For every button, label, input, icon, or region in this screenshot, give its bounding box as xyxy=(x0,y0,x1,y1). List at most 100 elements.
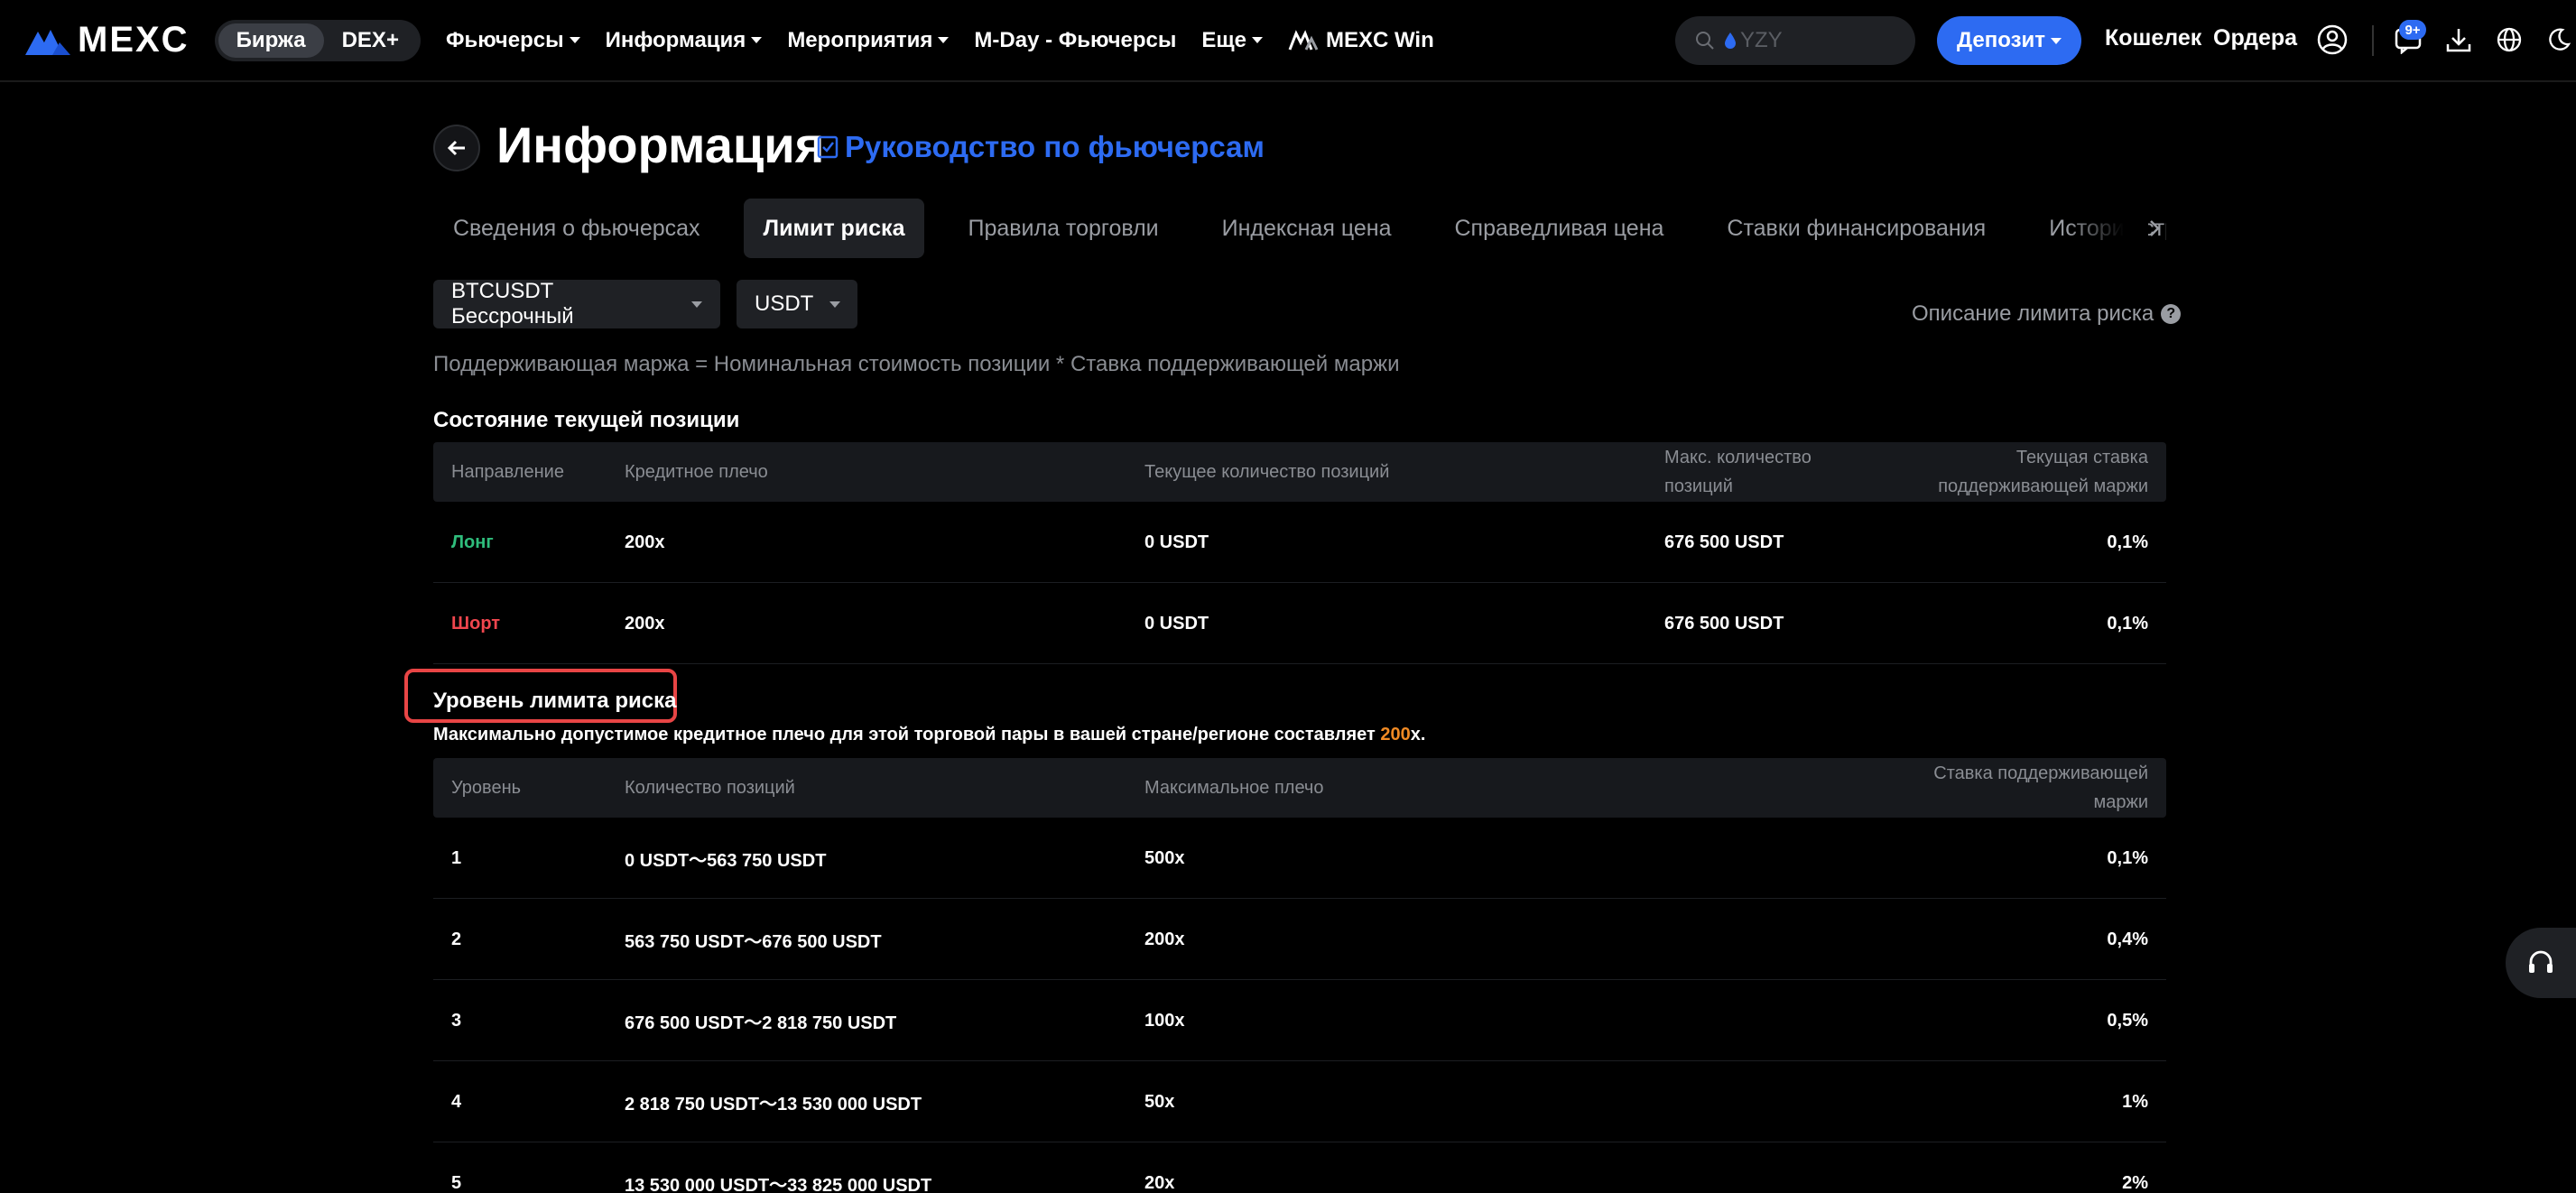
download-icon[interactable] xyxy=(2442,23,2475,56)
th-mm-rate: Ставка поддерживающей маржи xyxy=(1933,759,2148,817)
risk-limit-description-label: Описание лимита риска xyxy=(1912,301,2154,326)
search-input[interactable] xyxy=(1740,28,1912,53)
th-mm-rate-line1: Текущая ставка xyxy=(2015,448,2148,467)
cell-position-range: 13 530 000 USDT～33 825 000 USDT xyxy=(625,1175,932,1193)
table-header: Уровень Количество позиций Максимальное … xyxy=(433,758,2166,818)
th-mm-rate-line2: поддерживающей маржи xyxy=(1938,476,2148,496)
cell-position-range: 0 USDT～563 750 USDT xyxy=(625,850,827,871)
support-chat-button[interactable] xyxy=(2506,928,2576,998)
arrow-left-icon xyxy=(447,140,465,156)
th-level: Уровень xyxy=(451,778,522,798)
th-max-leverage: Максимальное плечо xyxy=(1144,778,1324,798)
token-drop-icon xyxy=(1725,32,1736,49)
current-position-table: Направление Кредитное плечо Текущее коли… xyxy=(433,442,2166,664)
cell-max-leverage: 20x xyxy=(1144,1172,1175,1193)
chevron-down-icon xyxy=(751,37,763,43)
cell-level: 2 xyxy=(451,929,462,949)
cell-mm-rate: 0,1% xyxy=(2107,613,2148,633)
cell-mm-rate: 0,4% xyxy=(2107,929,2148,949)
nav-mday-futures[interactable]: M-Day - Фьючерсы xyxy=(974,28,1176,53)
info-tabs: Сведения о фьючерсах Лимит риска Правила… xyxy=(433,199,2166,258)
tab-futures-details[interactable]: Сведения о фьючерсах xyxy=(433,199,720,258)
headset-icon xyxy=(2529,950,2553,973)
theme-moon-icon[interactable] xyxy=(2542,23,2574,56)
user-account-icon[interactable] xyxy=(2316,23,2349,56)
cell-level: 4 xyxy=(451,1091,462,1112)
search-box[interactable] xyxy=(1675,16,1915,65)
chevron-down-icon xyxy=(569,37,580,43)
th-max-qty-line2: позиций xyxy=(1664,476,1733,496)
nav-mday-label: M-Day - Фьючерсы xyxy=(974,27,1177,52)
th-direction: Направление xyxy=(451,462,564,482)
tabs-scroll-right-icon[interactable] xyxy=(2139,213,2170,244)
mexc-logo[interactable]: MEXC xyxy=(25,18,190,63)
logo-text: MEXC xyxy=(78,20,190,60)
cell-leverage: 200x xyxy=(625,532,665,552)
th-mm-rate-line2: маржи xyxy=(2093,792,2148,812)
current-position-title: Состояние текущей позиции xyxy=(433,408,740,432)
table-header: Направление Кредитное плечо Текущее коли… xyxy=(433,442,2166,502)
tab-index-price[interactable]: Индексная цена xyxy=(1202,199,1412,258)
nav-more[interactable]: Еще xyxy=(1201,28,1263,53)
table-row: 4 2 818 750 USDT～13 530 000 USDT 50x 1% xyxy=(433,1061,2166,1142)
th-position-qty: Количество позиций xyxy=(625,778,795,798)
futures-guide-link[interactable]: Руководство по фьючерсам xyxy=(816,130,1265,164)
nav-futures[interactable]: Фьючерсы xyxy=(446,28,580,53)
cell-mm-rate: 0,1% xyxy=(2107,532,2148,552)
chevron-down-icon xyxy=(691,301,702,308)
mexc-win-icon xyxy=(1288,29,1319,51)
th-leverage: Кредитное плечо xyxy=(625,462,768,482)
cell-level: 1 xyxy=(451,847,462,868)
chevron-down-icon xyxy=(829,301,841,308)
nav-info[interactable]: Информация xyxy=(606,28,763,53)
chevron-down-icon xyxy=(938,37,950,43)
notifications-badge: 9+ xyxy=(2399,20,2426,40)
table-row: 1 0 USDT～563 750 USDT 500x 0,1% xyxy=(433,818,2166,899)
symbol-select[interactable]: BTCUSDT Бессрочный xyxy=(433,279,720,328)
segment-dex[interactable]: DEX+ xyxy=(324,23,417,58)
nav-info-label: Информация xyxy=(605,27,746,52)
th-current-qty: Текущее количество позиций xyxy=(1144,462,1390,482)
th-max-qty-line1: Макс. количество xyxy=(1664,448,1812,467)
nav-futures-label: Фьючерсы xyxy=(445,27,564,52)
wallet-link[interactable]: Кошелек xyxy=(2105,25,2201,51)
nav-mexc-win-label: MEXC Win xyxy=(1325,27,1434,52)
market-type-switch: Биржа DEX+ xyxy=(214,19,421,61)
cell-level: 5 xyxy=(451,1172,462,1193)
page-title: Информация xyxy=(496,116,825,173)
segment-exchange[interactable]: Биржа xyxy=(218,23,324,58)
risk-limit-description-link[interactable]: Описание лимита риска ? xyxy=(1912,301,2182,327)
back-button[interactable] xyxy=(433,125,480,171)
maintenance-margin-formula: Поддерживающая маржа = Номинальная стоим… xyxy=(433,352,1400,376)
chevron-down-icon xyxy=(1251,37,1263,43)
cell-mm-rate: 0,5% xyxy=(2107,1010,2148,1031)
language-globe-icon[interactable] xyxy=(2493,23,2525,56)
table-row-short: Шорт 200x 0 USDT 676 500 USDT 0,1% xyxy=(433,583,2166,664)
tab-trading-rules[interactable]: Правила торговли xyxy=(948,199,1178,258)
cell-position-range: 2 818 750 USDT～13 530 000 USDT xyxy=(625,1094,922,1114)
deposit-button[interactable]: Депозит xyxy=(1937,16,2081,65)
direction-short: Шорт xyxy=(451,613,501,633)
table-row: 3 676 500 USDT～2 818 750 USDT 100x 0,5% xyxy=(433,980,2166,1061)
tab-funding-rates[interactable]: Ставки финансирования xyxy=(1707,199,2006,258)
orders-link[interactable]: Ордера xyxy=(2213,25,2297,51)
cell-mm-rate: 2% xyxy=(2122,1172,2148,1193)
cell-max-leverage: 100x xyxy=(1144,1010,1185,1031)
direction-long: Лонг xyxy=(451,532,494,552)
tab-fair-price[interactable]: Справедливая цена xyxy=(1434,199,1683,258)
table-row: 2 563 750 USDT～676 500 USDT 200x 0,4% xyxy=(433,899,2166,980)
th-mm-rate: Текущая ставка поддерживающей маржи xyxy=(1938,443,2148,501)
symbol-select-value: BTCUSDT Бессрочный xyxy=(451,279,574,328)
cell-position-range: 563 750 USDT～676 500 USDT xyxy=(625,931,882,952)
cell-leverage: 200x xyxy=(625,613,665,633)
nav-mexc-win[interactable]: MEXC Win xyxy=(1288,28,1434,53)
tab-risk-limit[interactable]: Лимит риска xyxy=(743,199,925,258)
header-divider xyxy=(2372,25,2374,56)
currency-select[interactable]: USDT xyxy=(737,280,857,328)
nav-events[interactable]: Мероприятия xyxy=(787,28,950,53)
search-icon xyxy=(1696,32,1714,50)
cell-max-qty: 676 500 USDT xyxy=(1664,613,1784,633)
cell-current-qty: 0 USDT xyxy=(1144,532,1209,552)
table-row-long: Лонг 200x 0 USDT 676 500 USDT 0,1% xyxy=(433,502,2166,583)
th-max-qty: Макс. количество позиций xyxy=(1664,443,1812,501)
